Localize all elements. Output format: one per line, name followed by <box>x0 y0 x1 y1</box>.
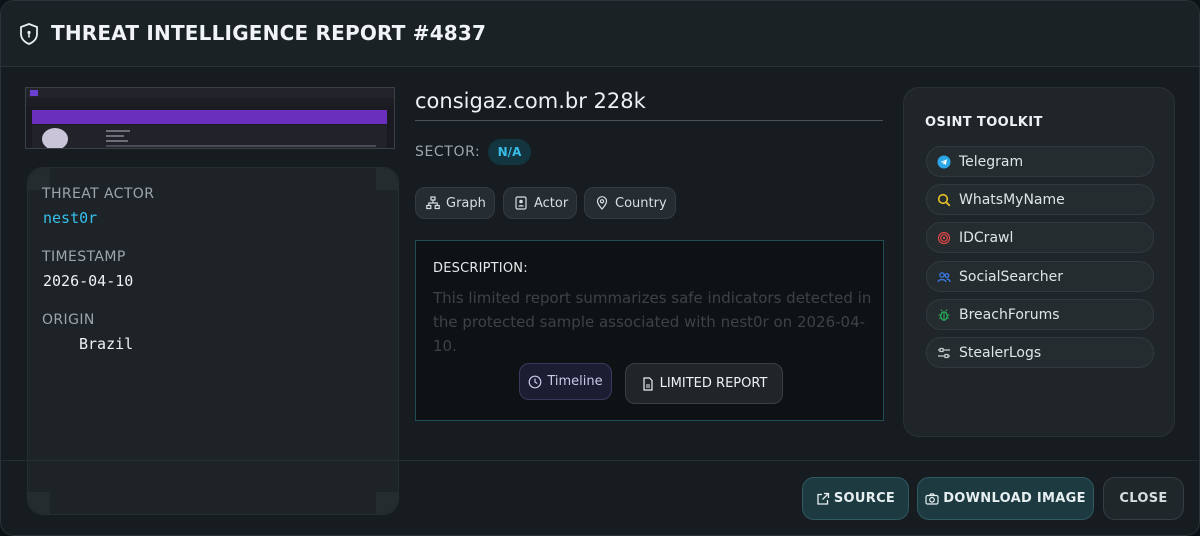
osint-item-label: StealerLogs <box>959 344 1042 361</box>
osint-toolkit-panel: OSINT TOOLKIT Telegram WhatsMyName IDCra… <box>903 87 1175 437</box>
fingerprint-icon <box>937 231 951 244</box>
timestamp-value: 2026-04-10 <box>43 272 134 290</box>
limited-report-label: LIMITED REPORT <box>659 376 768 391</box>
document-icon <box>643 376 653 391</box>
camera-icon <box>925 492 939 505</box>
location-pin-icon <box>596 196 608 210</box>
source-button[interactable]: SOURCE <box>802 477 909 520</box>
description-label: DESCRIPTION: <box>433 261 528 276</box>
shield-icon <box>20 23 38 45</box>
download-image-label: DOWNLOAD IMAGE <box>943 491 1086 506</box>
graph-label: Graph <box>446 195 486 211</box>
sector-label: SECTOR: <box>415 144 481 160</box>
download-image-button[interactable]: DOWNLOAD IMAGE <box>917 477 1094 520</box>
report-modal: THREAT INTELLIGENCE REPORT #4837 THREAT … <box>0 0 1200 536</box>
description-panel: DESCRIPTION: This limited report summari… <box>415 240 884 421</box>
graph-icon <box>426 196 440 210</box>
clock-icon <box>528 375 542 388</box>
actor-label: Actor <box>534 195 569 211</box>
description-text: This limited report summarizes safe indi… <box>433 289 872 355</box>
divider <box>415 120 883 121</box>
osint-item-label: Telegram <box>959 153 1024 170</box>
osint-item-stealerlogs[interactable]: StealerLogs <box>926 337 1154 368</box>
modal-header: THREAT INTELLIGENCE REPORT #4837 <box>1 1 1199 67</box>
limited-report-button[interactable]: LIMITED REPORT <box>625 363 783 404</box>
osint-item-whatsmyname[interactable]: WhatsMyName <box>926 184 1154 215</box>
source-label: SOURCE <box>833 491 896 506</box>
origin-value: Brazil <box>79 335 134 353</box>
users-icon <box>937 271 951 282</box>
osint-item-label: BreachForums <box>959 306 1060 323</box>
osint-item-telegram[interactable]: Telegram <box>926 146 1154 177</box>
screenshot-thumbnail[interactable] <box>25 87 395 149</box>
actor-icon <box>515 196 527 210</box>
osint-item-label: SocialSearcher <box>959 268 1063 285</box>
footer-divider <box>1 460 1199 461</box>
graph-button[interactable]: Graph <box>415 187 495 219</box>
osint-item-label: WhatsMyName <box>959 191 1065 208</box>
origin-label: ORIGIN <box>42 312 95 328</box>
sector-badge: N/A <box>488 139 531 165</box>
country-button[interactable]: Country <box>584 187 676 219</box>
timeline-label: Timeline <box>547 374 603 389</box>
osint-item-breachforums[interactable]: BreachForums <box>926 299 1154 330</box>
timeline-button[interactable]: Timeline <box>519 363 612 400</box>
threat-actor-label: THREAT ACTOR <box>42 186 155 202</box>
actor-button[interactable]: Actor <box>503 187 577 219</box>
osint-item-label: IDCrawl <box>959 229 1014 246</box>
timestamp-label: TIMESTAMP <box>42 249 126 265</box>
osint-item-idcrawl[interactable]: IDCrawl <box>926 222 1154 253</box>
bug-icon <box>938 308 950 321</box>
close-button[interactable]: CLOSE <box>1103 477 1184 520</box>
osint-item-socialsearcher[interactable]: SocialSearcher <box>926 261 1154 292</box>
search-icon <box>937 193 951 206</box>
osint-title: OSINT TOOLKIT <box>925 115 1043 130</box>
report-title: THREAT INTELLIGENCE REPORT #4837 <box>51 21 487 45</box>
telegram-icon <box>937 155 951 168</box>
site-title: consigaz.com.br 228k <box>415 89 646 113</box>
external-link-icon <box>817 492 830 505</box>
sliders-icon <box>938 347 950 358</box>
threat-actor-value: nest0r <box>43 209 98 227</box>
close-label: CLOSE <box>1119 491 1168 506</box>
country-label: Country <box>615 195 667 211</box>
